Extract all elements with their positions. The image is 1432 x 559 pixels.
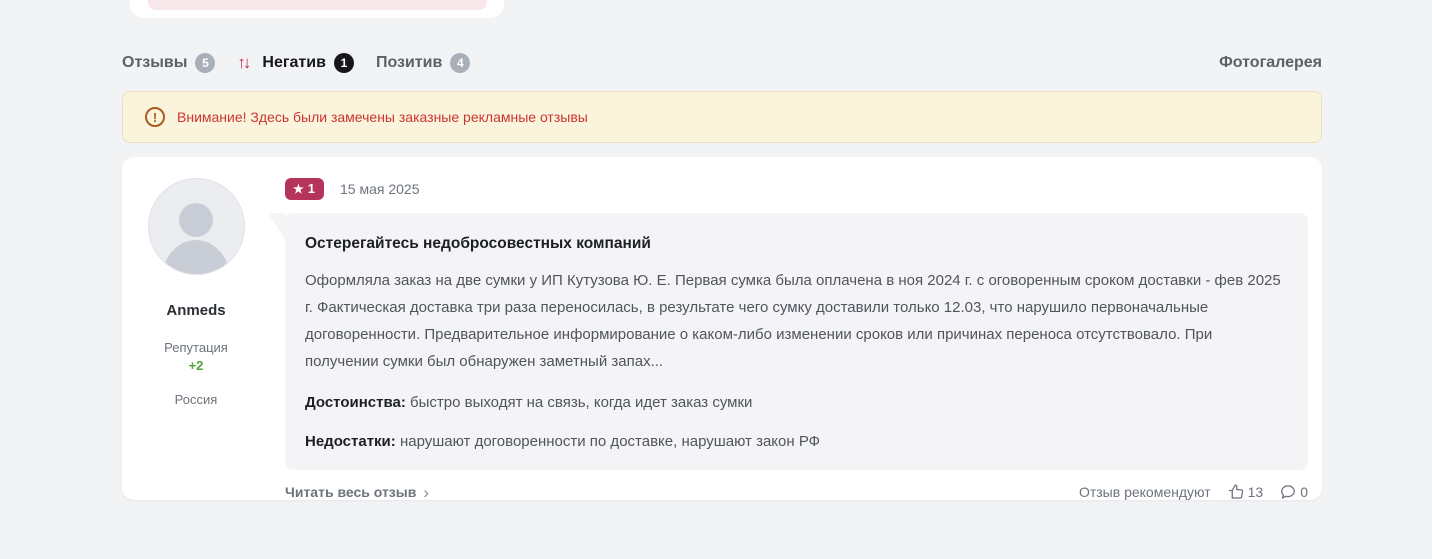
photogallery-link[interactable]: Фотогалерея [1219, 54, 1322, 72]
review-footer: Читать весь отзыв › Отзыв рекомендуют 13 [285, 483, 1308, 501]
chevron-right-icon: › [423, 482, 429, 502]
review-bubble: Остерегайтесь недобросовестных компаний … [268, 213, 1308, 470]
review-header: ★ 1 15 мая 2025 [285, 177, 1308, 201]
reputation-label: Репутация [164, 340, 228, 355]
reputation-value: +2 [188, 358, 204, 373]
previous-card-partial [130, 0, 504, 18]
thumbs-up-icon [1228, 484, 1243, 499]
review-date: 15 мая 2025 [340, 181, 420, 197]
comment-button[interactable]: 0 [1279, 483, 1308, 501]
star-icon: ★ [293, 181, 304, 196]
tab-negative-label: Негатив [262, 54, 326, 71]
tab-positive-label: Позитив [375, 54, 443, 71]
review-main: ★ 1 15 мая 2025 Остерегайтесь недобросов… [268, 177, 1308, 501]
author-location: Россия [174, 392, 218, 407]
bubble-tail [268, 213, 285, 239]
tab-negative[interactable]: Негатив 1 [262, 53, 354, 73]
review-card: Anmeds Репутация +2 Россия ★ 1 15 мая 20… [122, 157, 1322, 501]
exclamation-circle-icon: ! [145, 107, 165, 127]
tab-reviews-count-badge: 5 [195, 53, 216, 73]
like-button[interactable]: 13 [1227, 483, 1264, 501]
sort-down-arrow: ↓ [242, 53, 251, 72]
previous-card-pink-bar [148, 0, 487, 10]
tab-reviews-label: Отзывы [122, 54, 188, 71]
avatar[interactable] [147, 178, 245, 275]
avatar-person-icon [179, 203, 213, 237]
author-column: Anmeds Репутация +2 Россия [122, 178, 270, 407]
author-name[interactable]: Anmeds [166, 302, 225, 319]
page: Отзывы 5 ↑ ↓ Негатив 1 Позитив 4 Фотогал… [0, 0, 1432, 559]
rating-badge: ★ 1 [285, 178, 324, 200]
warning-banner: ! Внимание! Здесь были замечены заказные… [122, 91, 1322, 143]
recommend-label: Отзыв рекомендуют [1078, 484, 1211, 500]
cons-label: Недостатки: [305, 433, 396, 450]
tab-reviews[interactable]: Отзывы 5 [122, 53, 216, 73]
read-more-link[interactable]: Читать весь отзыв › [285, 484, 429, 501]
review-title: Остерегайтесь недобросовестных компаний [305, 235, 651, 252]
footer-right: Отзыв рекомендуют 13 0 [1079, 483, 1308, 501]
warning-text: Внимание! Здесь были замечены заказные р… [177, 109, 588, 125]
sort-arrows-icon[interactable]: ↑ ↓ [237, 53, 251, 73]
pros-line: Достоинства: быстро выходят на связь, ко… [305, 394, 1288, 411]
comment-icon [1281, 485, 1296, 499]
tab-positive-count-badge: 4 [450, 53, 471, 73]
avatar-person-icon-body [161, 240, 231, 274]
review-body: Оформляла заказ на две сумки у ИП Кутузо… [305, 272, 1281, 370]
comment-count: 0 [1300, 484, 1308, 500]
rating-value: 1 [307, 181, 315, 196]
tab-negative-count-badge: 1 [333, 53, 354, 73]
like-count: 13 [1247, 484, 1264, 500]
read-more-label: Читать весь отзыв [285, 484, 417, 500]
tab-positive[interactable]: Позитив 4 [375, 53, 471, 73]
cons-text: нарушают договоренности по доставке, нар… [399, 433, 821, 450]
review-tabs: Отзывы 5 ↑ ↓ Негатив 1 Позитив 4 Фотогал… [122, 49, 1322, 77]
pros-label: Достоинства: [305, 394, 406, 411]
pros-text: быстро выходят на связь, когда идет зака… [410, 394, 753, 411]
cons-line: Недостатки: нарушают договоренности по д… [305, 433, 1288, 450]
